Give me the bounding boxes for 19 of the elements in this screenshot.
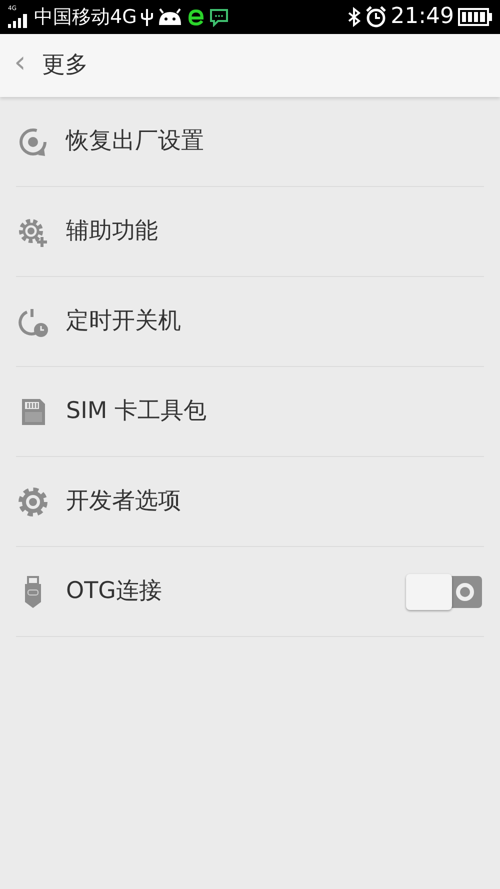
carrier-label: 中国移动4G [34, 8, 137, 26]
settings-row[interactable]: 定时开关机 [16, 277, 484, 367]
android-icon [156, 8, 183, 26]
settings-row[interactable]: OTG连接 [16, 547, 484, 637]
settings-row[interactable]: 开发者选项 [16, 457, 484, 547]
bluetooth-icon [346, 7, 361, 27]
time-label: 21:49 [390, 6, 454, 28]
settings-row[interactable]: 恢复出厂设置 [16, 97, 484, 187]
signal-icon [8, 14, 30, 28]
message-icon [208, 7, 229, 27]
usb-icon [140, 7, 153, 27]
page-title: 更多 [42, 51, 88, 80]
battery-icon [458, 8, 492, 26]
gear-icon [16, 484, 50, 518]
alarm-icon [364, 6, 387, 28]
settings-row[interactable]: 辅助功能 [16, 187, 484, 277]
browser-icon [186, 8, 205, 26]
toggle-switch[interactable] [406, 574, 482, 610]
settings-row[interactable]: SIM 卡工具包 [16, 367, 484, 457]
